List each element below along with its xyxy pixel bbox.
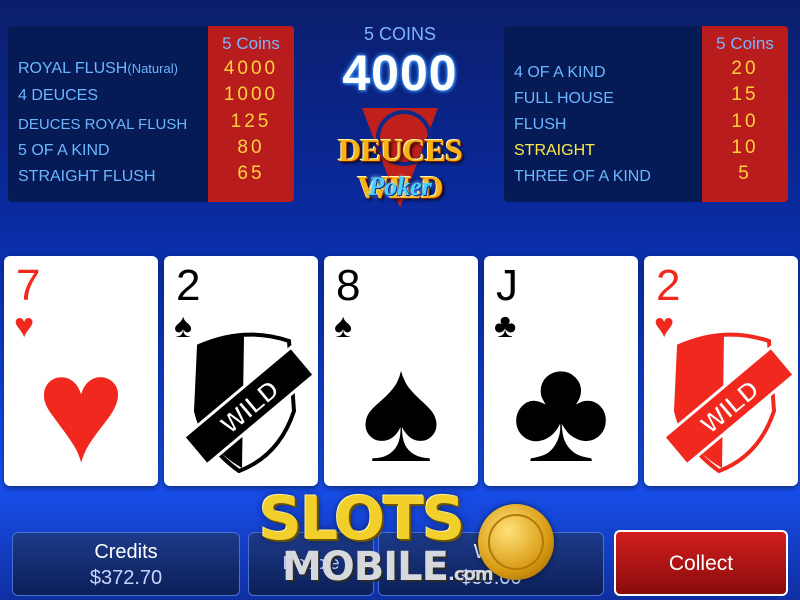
- watermark-line2: MOBILE.com: [282, 544, 494, 590]
- paytable-payout: 80: [237, 137, 265, 158]
- card-rank: 7: [16, 261, 41, 310]
- card-4[interactable]: J ♣ ♣: [484, 256, 638, 486]
- collect-button[interactable]: Collect: [614, 530, 788, 596]
- card-2[interactable]: 2 ♠ WILD: [164, 256, 318, 486]
- paytable-row-name: FULL HOUSE: [514, 90, 614, 107]
- paytable-payout: 5: [738, 163, 752, 184]
- credits-value: $372.70: [89, 567, 163, 589]
- paytable-payout: 15: [731, 84, 759, 105]
- paytable-row-name: DEUCES ROYAL FLUSH: [18, 116, 188, 133]
- paytable-column-header: 5 Coins: [716, 34, 774, 53]
- paytable-payout-column: 5 Coins 4000 1000 125 80 65: [208, 26, 294, 202]
- card-rank: 2: [656, 261, 681, 310]
- paytable-row-name-highlighted: STRAIGHT: [514, 142, 595, 159]
- club-icon: ♣: [511, 325, 611, 493]
- wild-shield-icon: WILD: [664, 332, 794, 474]
- paytable-payout: 10: [731, 137, 759, 158]
- paytable-column-header: 5 Coins: [222, 34, 280, 53]
- watermark-logo: SLOTS MOBILE.com: [236, 484, 494, 596]
- spade-icon: ♠: [361, 325, 441, 493]
- card-5[interactable]: 2 ♥ WILD: [644, 256, 798, 486]
- bet-coins-label: 5 COINS: [363, 24, 437, 44]
- paytable-row-name: THREE OF A KIND: [514, 168, 651, 185]
- paytable-row-name: FLUSH: [514, 116, 567, 133]
- card-rank: 8: [336, 261, 361, 310]
- collect-label: Collect: [668, 552, 734, 575]
- paytable-left-names: ROYAL FLUSH(Natural) 4 DEUCES DEUCES ROY…: [8, 26, 208, 202]
- paytable-row-name: STRAIGHT FLUSH: [18, 168, 156, 185]
- card-1[interactable]: 7 ♥ ♥: [4, 256, 158, 486]
- paytable-row-name: 5 OF A KIND: [18, 142, 110, 159]
- top-payout-value: 4000: [342, 45, 458, 101]
- credits-label: Credits: [94, 541, 158, 563]
- paytable-payout-column: 5 Coins 20 15 10 10 5: [702, 26, 788, 202]
- wild-shield-icon: WILD: [184, 332, 314, 474]
- credits-display: Credits $372.70: [12, 532, 240, 596]
- paytable-right: 4 OF A KIND FULL HOUSE FLUSH STRAIGHT TH…: [504, 26, 788, 202]
- logo-subtitle: Poker: [368, 172, 432, 201]
- paytable-payout: 4000: [223, 58, 279, 79]
- game-logo: DEUCES WILD Poker: [300, 106, 500, 216]
- paytable-payout: 10: [731, 111, 759, 132]
- paytable-payout: 125: [230, 111, 272, 132]
- card-3[interactable]: 8 ♠ ♠: [324, 256, 478, 486]
- paytable-payout: 65: [237, 163, 265, 184]
- paytable-row-name: 4 OF A KIND: [514, 64, 606, 81]
- heart-icon: ♥: [36, 325, 126, 493]
- card-rank: 2: [176, 261, 201, 310]
- paytable-payout: 1000: [223, 84, 279, 105]
- paytable-payout: 20: [731, 58, 759, 79]
- paytable-row-name: ROYAL FLUSH(Natural): [18, 60, 178, 77]
- card-rank: J: [496, 261, 518, 310]
- paytable-row-name: 4 DEUCES: [18, 87, 99, 104]
